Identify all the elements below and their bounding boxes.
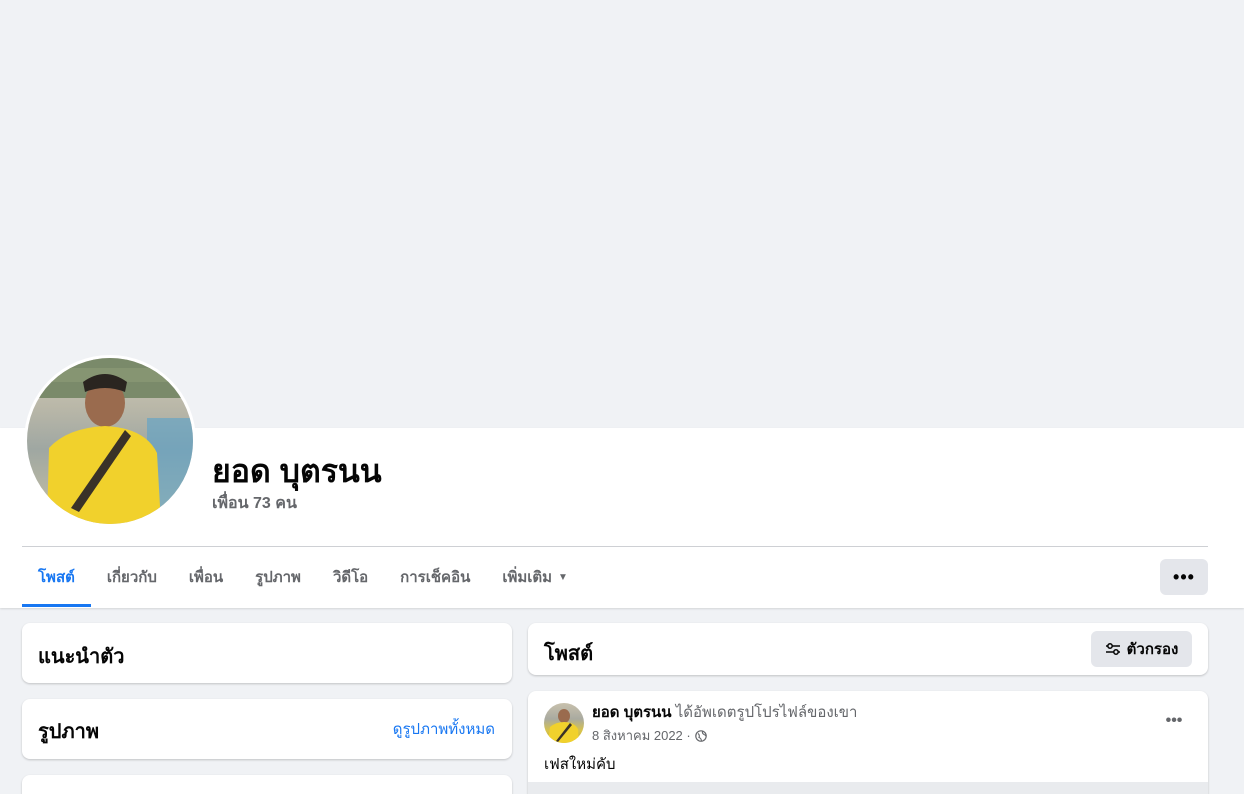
photos-card: รูปภาพ ดูรูปภาพทั้งหมด [22,699,512,759]
intro-title: แนะนำตัว [38,646,125,668]
profile-tabs: โพสต์ เกี่ยวกับ เพื่อน รูปภาพ วิดีโอ การ… [22,547,584,607]
friend-count[interactable]: เพื่อน 73 คน [212,494,297,514]
cover-photo[interactable] [0,0,1240,428]
tab-about[interactable]: เกี่ยวกับ [91,547,173,607]
post-author-name[interactable]: ยอด บุตรนน [592,704,672,721]
caret-down-icon: ▼ [558,571,568,583]
tab-more[interactable]: เพิ่มเติม ▼ [486,547,584,607]
profile-photo [27,358,193,524]
tab-friends[interactable]: เพื่อน [173,547,239,607]
profile-name: ยอด บุตรนน [212,453,382,489]
tab-videos[interactable]: วิดีโอ [317,547,384,607]
tab-posts[interactable]: โพสต์ [22,547,91,607]
tab-photos[interactable]: รูปภาพ [239,547,317,607]
post-meta: 8 สิงหาคม 2022 · [592,725,707,746]
post-header: ยอด บุตรนน ได้อัพเดตรูปโปรไฟล์ของเขา [592,704,857,722]
post-text: เฟสใหม่คับ [544,756,616,773]
friends-card [22,775,512,794]
tab-checkins[interactable]: การเช็คอิน [384,547,486,607]
filter-label: ตัวกรอง [1126,641,1179,658]
photos-title[interactable]: รูปภาพ [38,715,99,747]
see-all-photos-link[interactable]: ดูรูปภาพทั้งหมด [393,717,495,741]
intro-card: แนะนำตัว [22,623,512,683]
post-date[interactable]: 8 สิงหาคม 2022 · [592,725,691,746]
post-action: ได้อัพเดตรูปโปรไฟล์ของเขา [675,704,858,721]
post-media[interactable] [528,782,1208,794]
posts-title: โพสต์ [544,643,594,665]
filter-icon [1105,643,1120,655]
globe-icon [694,729,707,742]
post-author-avatar[interactable] [544,703,584,743]
more-options-button[interactable]: ••• [1160,559,1208,595]
post-menu-button[interactable]: ••• [1160,709,1188,733]
filter-button[interactable]: ตัวกรอง [1091,631,1192,667]
profile-picture[interactable] [24,355,196,527]
